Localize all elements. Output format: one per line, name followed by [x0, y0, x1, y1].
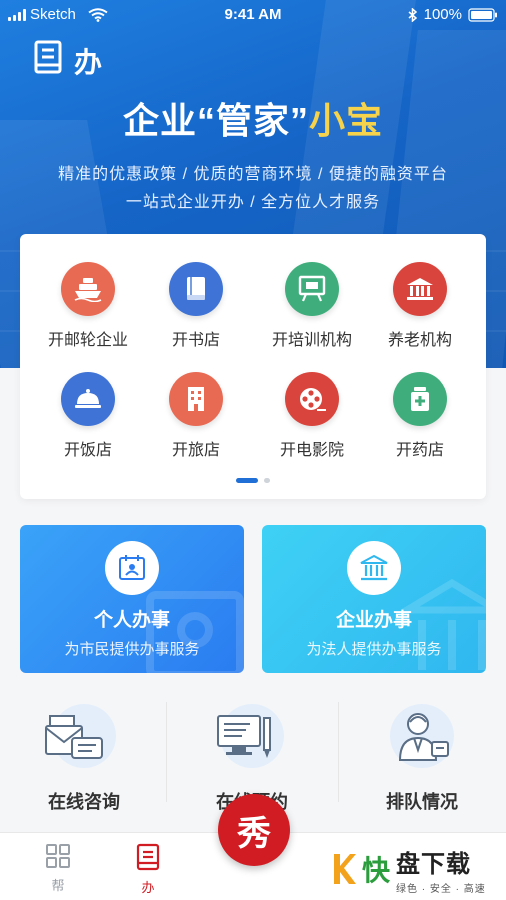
- center-action-button[interactable]: 秀: [218, 794, 290, 866]
- quick-label: 在线咨询: [48, 792, 120, 812]
- document-icon: [34, 40, 62, 81]
- enterprise-service-subtitle: 为法人提供办事服务: [306, 641, 442, 658]
- grid-item-elderly-care[interactable]: 养老机构: [362, 262, 478, 350]
- easel-icon: [285, 262, 339, 316]
- hero-subline-2: 一站式企业开办 / 全方位人才服务: [125, 194, 381, 211]
- watermark-subtitle: 绿色 · 安全 · 高速: [396, 883, 486, 895]
- tab-help[interactable]: 帮: [28, 843, 88, 894]
- computer-pen-icon: [217, 704, 284, 768]
- grid-item-restaurant[interactable]: 开饭店: [30, 372, 146, 460]
- cloche-icon: [61, 372, 115, 426]
- watermark-k-icon: [330, 852, 356, 886]
- quick-queue-status[interactable]: 排队情况: [338, 692, 506, 814]
- tab-label: 帮: [51, 878, 65, 893]
- grid-item-pharmacy[interactable]: 开药店: [362, 372, 478, 460]
- battery-percent: 100%: [423, 6, 462, 23]
- grid-label: 开电影院: [279, 442, 344, 459]
- hero-subline-1: 精准的优惠政策 / 优质的营商环境 / 便捷的融资平台: [58, 166, 448, 183]
- grid-label: 开邮轮企业: [47, 332, 128, 349]
- quick-label: 排队情况: [386, 792, 458, 812]
- grid-label: 开旅店: [171, 442, 220, 459]
- bank-building-icon: [347, 541, 401, 595]
- grid-item-hotel[interactable]: 开旅店: [138, 372, 254, 460]
- grid-item-cinema[interactable]: 开电影院: [254, 372, 370, 460]
- chat-mail-icon: [45, 704, 116, 768]
- grid-label: 开药店: [395, 442, 444, 459]
- brand-title: 办: [74, 46, 105, 78]
- grid-item-cruise[interactable]: 开邮轮企业: [30, 262, 146, 350]
- business-grid-card: 开邮轮企业 开书店 开培训机构 养老机构 开饭店 开旅店 开电影院 开药店: [20, 234, 486, 499]
- tab-do[interactable]: 办: [118, 843, 178, 896]
- page-indicator[interactable]: [20, 478, 486, 483]
- hotel-building-icon: [169, 372, 223, 426]
- enterprise-service-card[interactable]: 企业办事 为法人提供办事服务: [262, 525, 486, 673]
- divider: [166, 702, 167, 802]
- document-icon: [136, 843, 160, 871]
- grid-icon: [45, 843, 71, 869]
- watermark: 快 盘下载 绿色 · 安全 · 高速: [330, 842, 504, 896]
- grid-label: 开培训机构: [271, 332, 352, 349]
- tab-label: 办: [141, 880, 155, 895]
- battery-icon: [468, 7, 498, 22]
- institution-icon: [393, 262, 447, 316]
- grid-label: 开书店: [171, 332, 220, 349]
- grid-item-bookstore[interactable]: 开书店: [138, 262, 254, 350]
- grid-label: 养老机构: [387, 332, 452, 349]
- page-dot-active[interactable]: [236, 478, 258, 483]
- cruise-ship-icon: [61, 262, 115, 316]
- book-icon: [169, 262, 223, 316]
- page-dot[interactable]: [264, 478, 270, 483]
- hero-headline: 企业“管家”小宝: [0, 92, 506, 144]
- medicine-bottle-icon: [393, 372, 447, 426]
- bluetooth-icon: [408, 7, 418, 22]
- watermark-title: 盘下载: [396, 850, 472, 878]
- personal-service-card[interactable]: 个人办事 为市民提供办事服务: [20, 525, 244, 673]
- headline-accent: 小宝: [309, 100, 384, 141]
- status-bar: Sketch 9:41 AM 100%: [0, 0, 506, 32]
- brand-header: 办: [34, 40, 104, 81]
- watermark-logo: 快: [362, 855, 391, 886]
- headline-main: 企业“管家”: [122, 100, 309, 141]
- queue-person-icon: [390, 704, 454, 768]
- quick-online-consult[interactable]: 在线咨询: [0, 692, 168, 814]
- film-reel-icon: [285, 372, 339, 426]
- grid-item-training[interactable]: 开培训机构: [254, 262, 370, 350]
- personal-service-subtitle: 为市民提供办事服务: [64, 641, 200, 658]
- grid-label: 开饭店: [63, 442, 112, 459]
